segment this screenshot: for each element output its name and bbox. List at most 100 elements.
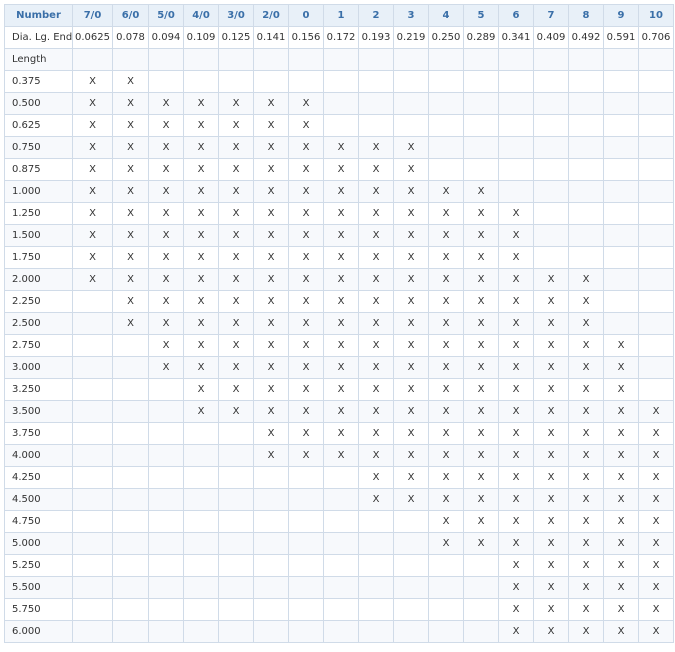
empty-cell (393, 48, 429, 71)
availability-mark: X (323, 312, 359, 335)
diameter-value: 0.0625 (72, 26, 113, 49)
length-value: 2.000 (4, 268, 73, 291)
empty-cell (568, 180, 604, 203)
empty-cell (498, 136, 534, 159)
availability-mark: X (533, 488, 569, 511)
empty-cell (148, 70, 184, 93)
availability-mark: X (183, 334, 219, 357)
empty-cell (218, 554, 254, 577)
availability-mark: X (358, 180, 394, 203)
availability-mark: X (428, 268, 464, 291)
availability-mark: X (638, 488, 674, 511)
availability-mark: X (183, 158, 219, 181)
availability-mark: X (218, 246, 254, 269)
diameter-value: 0.109 (183, 26, 219, 49)
empty-cell (72, 422, 113, 445)
empty-cell (288, 598, 324, 621)
availability-mark: X (638, 400, 674, 423)
availability-mark: X (253, 268, 289, 291)
availability-mark: X (253, 158, 289, 181)
empty-cell (72, 576, 113, 599)
availability-mark: X (218, 136, 254, 159)
empty-cell (72, 290, 113, 313)
length-value: 4.000 (4, 444, 73, 467)
availability-mark: X (393, 136, 429, 159)
length-value: 0.500 (4, 92, 73, 115)
length-value: 3.750 (4, 422, 73, 445)
empty-cell (358, 532, 394, 555)
table-row: 5.500 X X X X X (4, 576, 674, 599)
availability-mark: X (498, 312, 534, 335)
availability-mark: X (393, 444, 429, 467)
diameter-value: 0.706 (638, 26, 674, 49)
availability-mark: X (288, 136, 324, 159)
availability-mark: X (253, 378, 289, 401)
length-value: 2.750 (4, 334, 73, 357)
availability-mark: X (603, 466, 639, 489)
empty-cell (183, 422, 219, 445)
empty-cell (463, 136, 499, 159)
table-row: 2.250 X X X X X X X X X X X X X X (4, 290, 674, 313)
empty-cell (638, 356, 674, 379)
empty-cell (568, 158, 604, 181)
length-value: 5.000 (4, 532, 73, 555)
empty-cell (638, 378, 674, 401)
empty-cell (148, 422, 184, 445)
length-label-row: Length (4, 48, 674, 71)
availability-mark: X (393, 202, 429, 225)
availability-mark: X (533, 290, 569, 313)
empty-cell (112, 532, 149, 555)
availability-mark: X (498, 202, 534, 225)
length-value: 1.250 (4, 202, 73, 225)
empty-cell (603, 312, 639, 335)
availability-mark: X (603, 532, 639, 555)
availability-mark: X (498, 246, 534, 269)
availability-mark: X (393, 268, 429, 291)
availability-mark: X (498, 510, 534, 533)
empty-cell (323, 620, 359, 643)
availability-mark: X (148, 268, 184, 291)
availability-mark: X (288, 356, 324, 379)
availability-mark: X (288, 444, 324, 467)
availability-mark: X (253, 290, 289, 313)
availability-mark: X (568, 422, 604, 445)
availability-mark: X (358, 158, 394, 181)
empty-cell (253, 510, 289, 533)
header-column: 6/0 (112, 4, 149, 27)
availability-mark: X (72, 70, 113, 93)
empty-cell (638, 158, 674, 181)
empty-cell (323, 48, 359, 71)
empty-cell (323, 576, 359, 599)
length-value: 1.500 (4, 224, 73, 247)
header-column: 5 (463, 4, 499, 27)
availability-mark: X (288, 92, 324, 115)
empty-cell (498, 70, 534, 93)
availability-mark: X (533, 598, 569, 621)
availability-mark: X (393, 180, 429, 203)
availability-mark: X (568, 488, 604, 511)
header-row: Number 7/0 6/0 5/0 4/0 3/0 2/0 0 1 2 3 4 5 6 7 8 9 10 (4, 4, 674, 27)
diameter-value: 0.409 (533, 26, 569, 49)
availability-mark: X (638, 422, 674, 445)
empty-cell (72, 378, 113, 401)
header-column: 5/0 (148, 4, 184, 27)
availability-mark: X (253, 356, 289, 379)
empty-cell (72, 444, 113, 467)
header-column: 9 (603, 4, 639, 27)
empty-cell (638, 202, 674, 225)
availability-mark: X (148, 356, 184, 379)
empty-cell (533, 92, 569, 115)
availability-mark: X (72, 180, 113, 203)
availability-mark: X (428, 422, 464, 445)
header-column: 2/0 (253, 4, 289, 27)
availability-mark: X (428, 488, 464, 511)
length-value: 3.500 (4, 400, 73, 423)
availability-mark: X (428, 378, 464, 401)
empty-cell (358, 70, 394, 93)
availability-mark: X (358, 202, 394, 225)
availability-mark: X (568, 532, 604, 555)
empty-cell (323, 488, 359, 511)
diameter-value: 0.094 (148, 26, 184, 49)
length-value: 0.875 (4, 158, 73, 181)
empty-cell (498, 180, 534, 203)
